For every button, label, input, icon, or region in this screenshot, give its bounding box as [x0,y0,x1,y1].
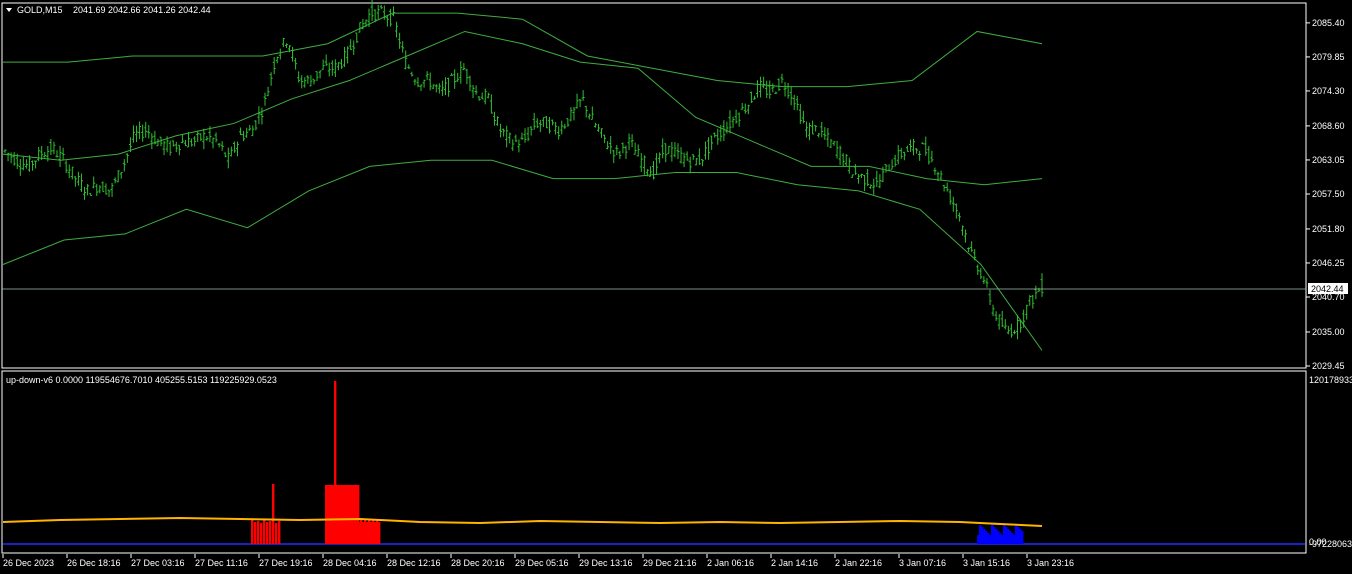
indicator-pane[interactable] [1,370,1307,554]
price-axis: 2085.40 2079.85 2074.30 2068.60 2063.05 2057.… [1306,18,1345,371]
price-tick-label: 2079.85 [1312,52,1345,62]
histogram-bar-up [269,521,272,544]
histogram-bar-up [251,520,254,544]
time-tick-label: 27 Dec 19:16 [259,558,313,568]
histogram-bar-down [1021,531,1024,544]
ohlc-readout: 2041.69 2042.66 2041.26 2042.44 [73,5,211,15]
price-tick-label: 2057.50 [1312,189,1345,199]
histogram-bar-up [266,522,269,544]
time-tick-label: 26 Dec 2023 [3,558,54,568]
price-tick-label: 2035.00 [1312,327,1345,337]
histogram-bar-up [378,522,381,544]
histogram-bar-up [278,521,281,544]
histogram-bar-up [263,520,266,544]
histogram-bar-up [272,484,275,544]
time-tick-label: 26 Dec 18:16 [67,558,121,568]
indicator-zero-tick: 0.00 [1309,537,1327,547]
price-tick-label: 2063.05 [1312,155,1345,165]
histogram-bar-up [260,523,263,544]
time-tick-label: 29 Dec 05:16 [515,558,569,568]
time-tick-label: 2 Jan 14:16 [771,558,818,568]
time-tick-label: 29 Dec 13:16 [579,558,633,568]
indicator-label: up-down-v6 0.0000 119554676.7010 405255.… [6,375,277,385]
time-tick-label: 27 Dec 03:16 [131,558,185,568]
histogram-bar-up [275,523,278,544]
main-pane[interactable] [1,2,1307,369]
time-tick-label: 28 Dec 20:16 [451,558,505,568]
price-tick-label: 2029.45 [1312,361,1345,371]
price-tick-label: 2074.30 [1312,86,1345,96]
current-price-tag: 2042.44 [1308,283,1348,294]
histogram-bar-up [254,522,257,544]
indicator-top-tick: 120178933 [1309,375,1352,385]
time-axis: 26 Dec 2023 26 Dec 18:16 27 Dec 03:16 27 De… [2,554,1074,568]
trading-chart[interactable]: GOLD,M15 2041.69 2042.66 2041.26 2042.44… [0,0,1352,574]
time-tick-label: 3 Jan 23:16 [1027,558,1074,568]
price-tick-label: 2085.40 [1312,18,1345,28]
time-tick-label: 28 Dec 04:16 [323,558,377,568]
time-tick-label: 29 Dec 21:16 [643,558,697,568]
symbol-label: GOLD,M15 [17,5,63,15]
histogram-bar-up [257,521,260,544]
time-tick-label: 2 Jan 22:16 [835,558,882,568]
time-tick-label: 2 Jan 06:16 [707,558,754,568]
time-tick-label: 27 Dec 11:16 [195,558,248,568]
svg-text:2042.44: 2042.44 [1311,284,1344,294]
time-tick-label: 28 Dec 12:16 [387,558,441,568]
time-tick-label: 3 Jan 07:16 [899,558,946,568]
price-tick-label: 2051.80 [1312,224,1345,234]
price-tick-label: 2068.60 [1312,121,1345,131]
time-tick-label: 3 Jan 15:16 [963,558,1010,568]
price-tick-label: 2046.25 [1312,258,1345,268]
